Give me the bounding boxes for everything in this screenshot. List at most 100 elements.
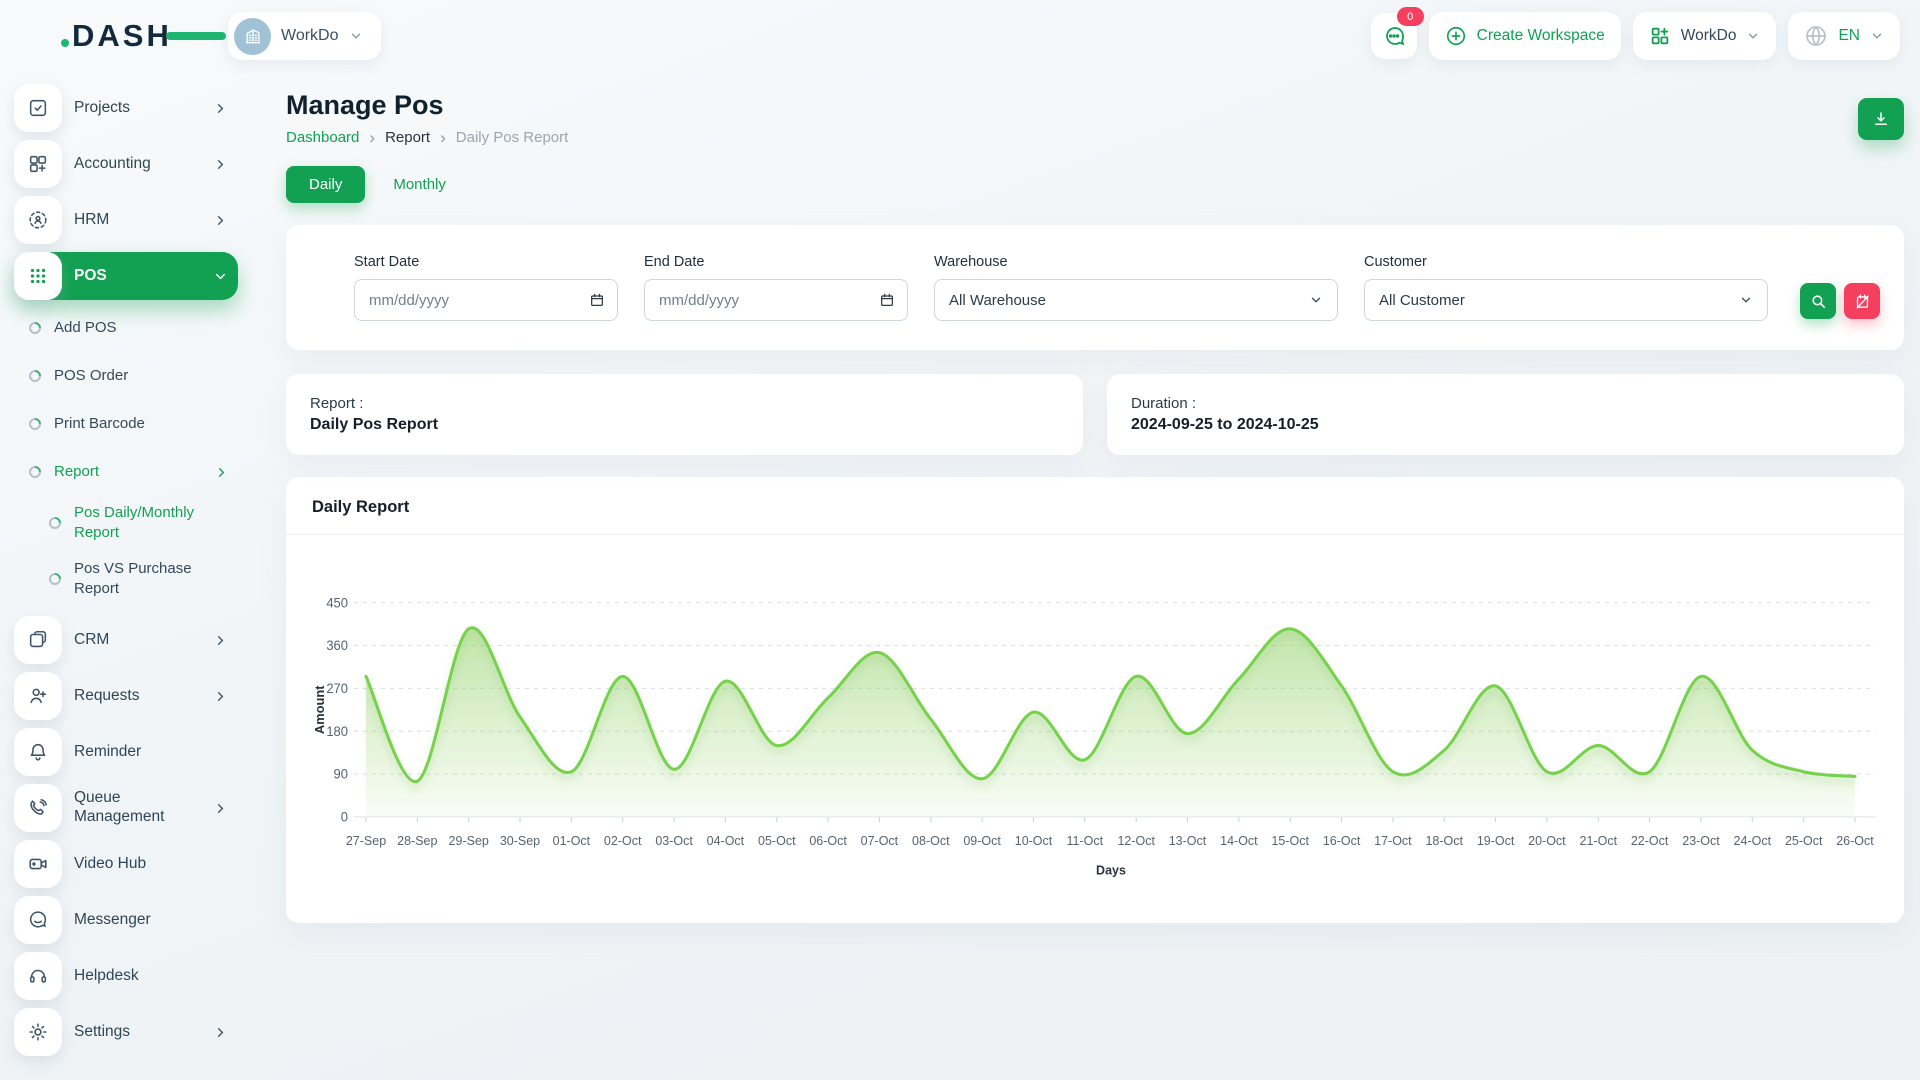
bullet-icon <box>27 368 44 385</box>
language-selector[interactable]: EN <box>1788 12 1900 60</box>
chevron-down-icon <box>1870 29 1884 43</box>
end-date-group: End Date <box>644 254 908 321</box>
grid-plus-icon <box>1649 25 1671 47</box>
reset-icon <box>1854 293 1871 310</box>
page-title: Manage Pos <box>286 90 568 121</box>
svg-text:30-Sep: 30-Sep <box>500 834 540 848</box>
svg-text:450: 450 <box>326 595 348 610</box>
sidebar-item-projects[interactable]: Projects <box>14 84 238 132</box>
end-date-field[interactable] <box>644 279 908 321</box>
logo-text: DASH <box>72 18 172 54</box>
requests-icon <box>14 672 62 720</box>
sidebar-item-helpdesk[interactable]: Helpdesk <box>14 952 238 1000</box>
chevron-down-icon <box>349 29 363 43</box>
chevron-right-icon <box>214 465 229 480</box>
start-date-group: Start Date <box>354 254 618 321</box>
svg-text:24-Oct: 24-Oct <box>1734 834 1772 848</box>
sidebar-item-report[interactable]: Report <box>14 452 239 492</box>
svg-text:23-Oct: 23-Oct <box>1682 834 1720 848</box>
chevron-down-icon <box>1746 29 1760 43</box>
sidebar-item-print-barcode[interactable]: Print Barcode <box>14 404 239 444</box>
sidebar-subitem-label: Report <box>54 462 99 482</box>
sidebar-item-pos-daily-monthly-report[interactable]: Pos Daily/Monthly Report <box>14 500 259 546</box>
workspace-name: WorkDo <box>281 27 339 45</box>
workdo-menu-label: WorkDo <box>1681 27 1737 45</box>
filter-card: Start Date End Date <box>286 225 1904 350</box>
title-row: Manage Pos Dashboard › Report › Daily Po… <box>286 90 1904 146</box>
svg-text:04-Oct: 04-Oct <box>707 834 745 848</box>
tab-daily[interactable]: Daily <box>286 166 365 203</box>
search-icon <box>1810 293 1827 310</box>
download-report-button[interactable] <box>1858 98 1904 140</box>
chevron-right-icon <box>213 213 228 228</box>
sidebar-item-video-hub[interactable]: Video Hub <box>14 840 238 888</box>
create-workspace-button[interactable]: Create Workspace <box>1429 12 1621 60</box>
chevron-right-icon <box>213 101 228 116</box>
end-date-input[interactable] <box>657 291 879 310</box>
customer-select[interactable]: All Customer <box>1364 279 1768 321</box>
language-label: EN <box>1838 27 1860 45</box>
sidebar-item-label: CRM <box>74 631 213 650</box>
svg-text:16-Oct: 16-Oct <box>1323 834 1361 848</box>
breadcrumb-dashboard[interactable]: Dashboard <box>286 129 359 146</box>
svg-text:02-Oct: 02-Oct <box>604 834 642 848</box>
sidebar-item-hrm[interactable]: HRM <box>14 196 238 244</box>
reset-filter-button[interactable] <box>1844 283 1880 319</box>
accounting-icon <box>14 140 62 188</box>
header-actions: 0 Create Workspace WorkDo <box>1371 12 1900 60</box>
warehouse-label: Warehouse <box>934 254 1338 270</box>
duration-summary-card: Duration : 2024-09-25 to 2024-10-25 <box>1107 374 1904 455</box>
svg-text:10-Oct: 10-Oct <box>1015 834 1053 848</box>
plus-circle-icon <box>1445 25 1467 47</box>
messenger-icon <box>14 896 62 944</box>
queue-management-icon <box>14 784 62 832</box>
svg-text:180: 180 <box>326 724 348 739</box>
chevron-right-icon <box>213 1025 228 1040</box>
create-workspace-label: Create Workspace <box>1477 27 1605 45</box>
sidebar-item-queue-management[interactable]: Queue Management <box>14 784 238 832</box>
workdo-menu[interactable]: WorkDo <box>1633 12 1777 60</box>
warehouse-value: All Warehouse <box>949 292 1046 309</box>
breadcrumb-report[interactable]: Report <box>385 129 430 146</box>
sidebar-item-pos-vs-purchase-report[interactable]: Pos VS Purchase Report <box>14 556 259 602</box>
start-date-input[interactable] <box>367 291 589 310</box>
svg-text:26-Oct: 26-Oct <box>1836 834 1874 848</box>
main-content: Manage Pos Dashboard › Report › Daily Po… <box>286 72 1904 923</box>
svg-text:29-Sep: 29-Sep <box>449 834 489 848</box>
sidebar-item-accounting[interactable]: Accounting <box>14 140 238 188</box>
svg-text:22-Oct: 22-Oct <box>1631 834 1669 848</box>
svg-text:03-Oct: 03-Oct <box>655 834 693 848</box>
sidebar-subitem-label: Add POS <box>54 318 117 338</box>
svg-text:17-Oct: 17-Oct <box>1374 834 1412 848</box>
messages-button[interactable]: 0 <box>1371 13 1417 59</box>
sidebar-item-pos-order[interactable]: POS Order <box>14 356 239 396</box>
start-date-field[interactable] <box>354 279 618 321</box>
hrm-icon <box>14 196 62 244</box>
report-period-tabs: Daily Monthly <box>286 166 1904 203</box>
sidebar-item-pos[interactable]: POS <box>14 252 238 300</box>
svg-text:08-Oct: 08-Oct <box>912 834 950 848</box>
workspace-selector[interactable]: WorkDo <box>228 12 381 60</box>
sidebar-item-reminder[interactable]: Reminder <box>14 728 238 776</box>
sidebar-item-crm[interactable]: CRM <box>14 616 238 664</box>
logo-dot <box>61 39 69 47</box>
chart-body: 09018027036045027-Sep28-Sep29-Sep30-Sep0… <box>286 535 1904 887</box>
sidebar-item-settings[interactable]: Settings <box>14 1008 238 1056</box>
sidebar-item-messenger[interactable]: Messenger <box>14 896 238 944</box>
sidebar-item-add-pos[interactable]: Add POS <box>14 308 239 348</box>
helpdesk-icon <box>14 952 62 1000</box>
search-button[interactable] <box>1800 283 1836 319</box>
chat-icon <box>1382 24 1406 48</box>
tab-monthly[interactable]: Monthly <box>379 166 460 203</box>
warehouse-group: Warehouse All Warehouse <box>934 254 1338 321</box>
warehouse-select[interactable]: All Warehouse <box>934 279 1338 321</box>
svg-text:09-Oct: 09-Oct <box>963 834 1001 848</box>
sidebar-item-label: Helpdesk <box>74 967 238 986</box>
building-icon <box>234 18 271 55</box>
customer-group: Customer All Customer <box>1364 254 1768 321</box>
svg-text:19-Oct: 19-Oct <box>1477 834 1515 848</box>
svg-text:270: 270 <box>326 681 348 696</box>
chevron-down-icon <box>1309 293 1323 307</box>
sidebar-item-requests[interactable]: Requests <box>14 672 238 720</box>
sidebar-item-label: Requests <box>74 687 213 706</box>
